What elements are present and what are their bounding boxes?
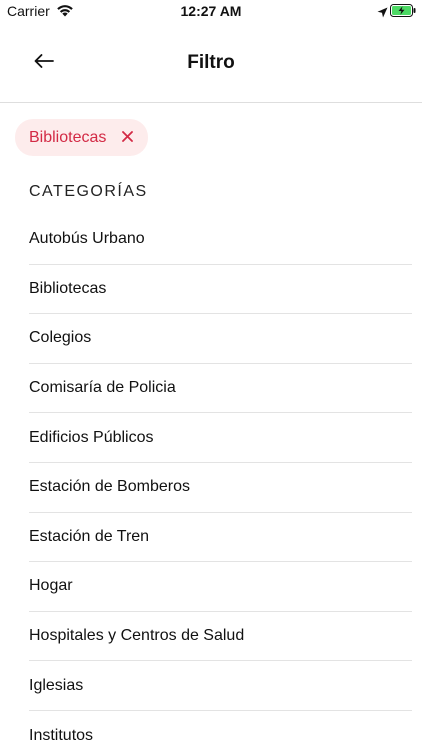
battery-charging-icon — [390, 4, 416, 17]
filter-screen: Carrier 12:27 AM Filtro Bibliotecas CATE… — [0, 0, 422, 750]
category-item-autobus-urbano[interactable]: Autobús Urbano — [29, 215, 412, 265]
category-item-iglesias[interactable]: Iglesias — [29, 661, 412, 711]
category-item-edificios-publicos[interactable]: Edificios Públicos — [29, 413, 412, 463]
arrow-left-icon — [34, 53, 54, 73]
back-button[interactable] — [24, 48, 64, 78]
clock: 12:27 AM — [180, 3, 242, 19]
category-item-estacion-de-bomberos[interactable]: Estación de Bomberos — [29, 463, 412, 513]
remove-filter-button[interactable] — [120, 129, 134, 147]
category-item-hospitales-y-centros-de-salud[interactable]: Hospitales y Centros de Salud — [29, 612, 412, 662]
category-item-institutos[interactable]: Institutos — [29, 711, 412, 750]
close-icon — [121, 129, 133, 147]
status-bar: Carrier 12:27 AM — [0, 0, 422, 24]
category-item-comisaria-de-policia[interactable]: Comisaría de Policia — [29, 364, 412, 414]
category-list: Autobús Urbano Bibliotecas Colegios Comi… — [0, 215, 422, 750]
active-filter-chip[interactable]: Bibliotecas — [15, 119, 149, 156]
categories-section-title: CATEGORÍAS — [29, 183, 148, 200]
navigation-header: Filtro — [0, 24, 422, 103]
filter-chip-label: Bibliotecas — [29, 128, 107, 146]
category-item-bibliotecas[interactable]: Bibliotecas — [29, 265, 412, 315]
category-item-estacion-de-tren[interactable]: Estación de Tren — [29, 513, 412, 563]
category-item-hogar[interactable]: Hogar — [29, 562, 412, 612]
location-arrow-icon — [377, 5, 388, 18]
category-item-colegios[interactable]: Colegios — [29, 314, 412, 364]
